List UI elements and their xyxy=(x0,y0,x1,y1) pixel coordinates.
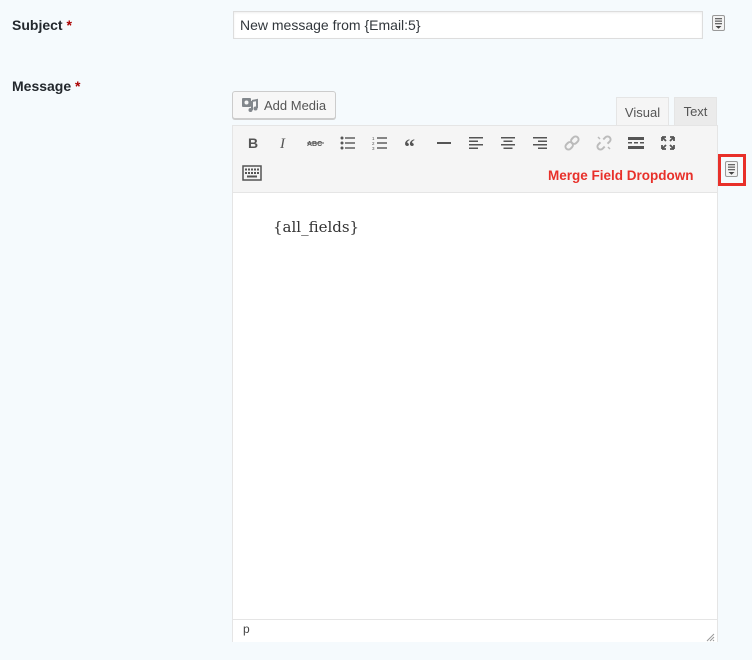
bullet-list-icon[interactable] xyxy=(337,132,359,154)
numbered-list-icon[interactable]: 123 xyxy=(369,132,391,154)
svg-text:B: B xyxy=(248,136,258,150)
merge-field-icon xyxy=(712,15,725,31)
tab-text-label: Text xyxy=(683,104,708,119)
merge-field-annotation-label: Merge Field Dropdown xyxy=(548,168,694,183)
required-marker: * xyxy=(66,17,72,33)
remove-link-icon[interactable] xyxy=(593,132,615,154)
align-center-icon[interactable] xyxy=(497,132,519,154)
horizontal-rule-icon[interactable] xyxy=(433,132,455,154)
editor-content[interactable]: {all_fields} xyxy=(273,218,359,236)
subject-input[interactable] xyxy=(233,11,703,39)
tab-visual-label: Visual xyxy=(624,104,661,120)
message-label: Message * xyxy=(12,78,81,94)
read-more-icon[interactable] xyxy=(625,132,647,154)
subject-label: Subject * xyxy=(12,17,72,33)
message-label-text: Message xyxy=(12,78,72,94)
resize-handle-icon[interactable] xyxy=(706,629,715,645)
add-media-button[interactable]: Add Media xyxy=(232,91,336,119)
toolbar-toggle-icon[interactable] xyxy=(241,162,263,184)
element-path[interactable]: p xyxy=(243,622,250,636)
add-media-label: Add Media xyxy=(264,97,327,113)
svg-text:I: I xyxy=(279,136,286,150)
blockquote-icon[interactable]: “ xyxy=(401,132,423,154)
fullscreen-icon[interactable] xyxy=(657,132,679,154)
svg-text:3: 3 xyxy=(372,146,375,150)
subject-label-text: Subject xyxy=(12,17,63,33)
align-left-icon[interactable] xyxy=(465,132,487,154)
merge-field-annotation-box xyxy=(718,154,746,186)
required-marker: * xyxy=(75,78,81,94)
add-media-icon xyxy=(242,98,258,112)
subject-merge-field-dropdown[interactable] xyxy=(712,15,725,34)
bold-icon[interactable]: B xyxy=(242,132,264,154)
align-right-icon[interactable] xyxy=(529,132,551,154)
strikethrough-icon[interactable]: ABC xyxy=(305,132,327,154)
editor-container xyxy=(232,125,718,642)
insert-link-icon[interactable] xyxy=(561,132,583,154)
italic-icon[interactable]: I xyxy=(273,132,295,154)
editor-statusbar xyxy=(233,619,717,642)
tab-visual[interactable]: Visual xyxy=(616,97,669,126)
svg-text:ABC: ABC xyxy=(307,141,322,148)
svg-text:“: “ xyxy=(404,136,415,150)
tab-text[interactable]: Text xyxy=(674,97,717,125)
